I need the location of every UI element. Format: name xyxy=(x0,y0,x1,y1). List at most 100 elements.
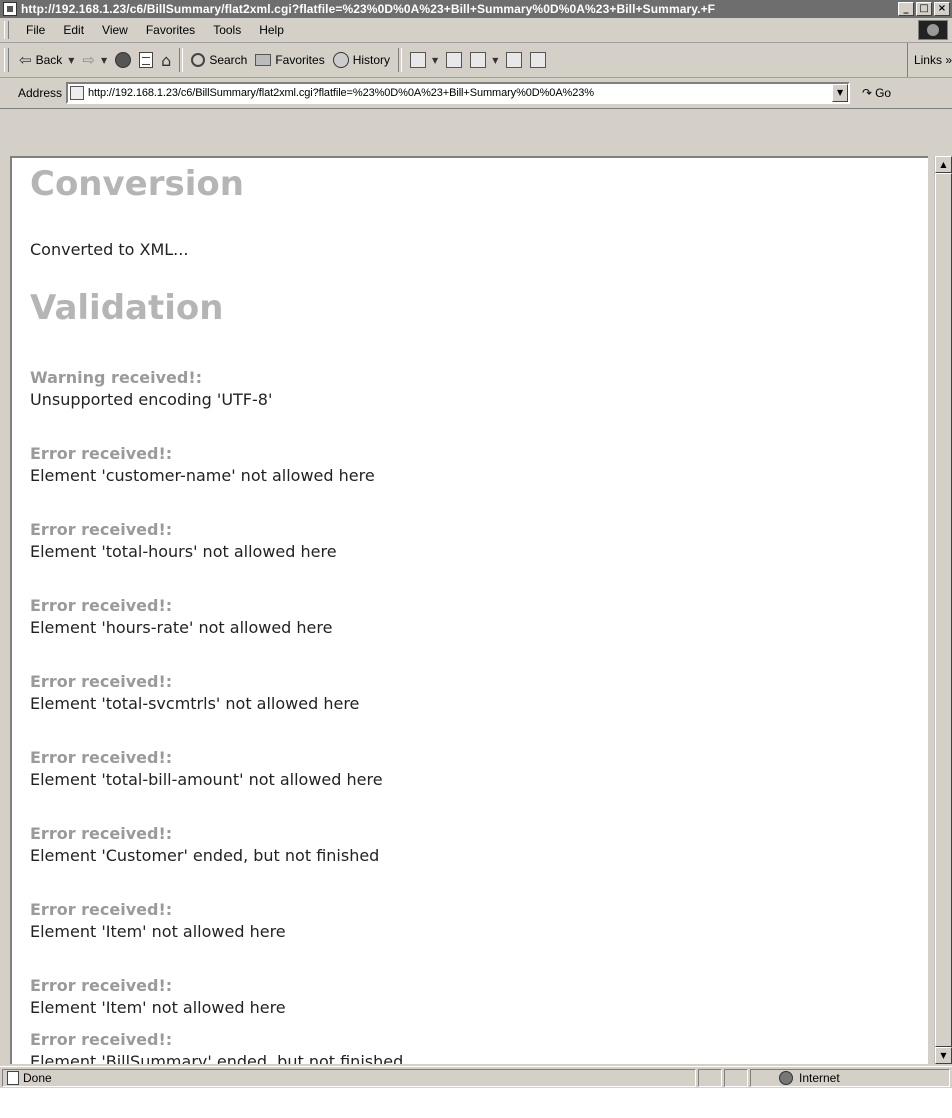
menu-grip[interactable] xyxy=(4,21,9,39)
mail-icon xyxy=(410,52,427,68)
error-text: Element 'Item' not allowed here xyxy=(30,998,286,1017)
toolbar-separator xyxy=(179,48,184,72)
refresh-icon xyxy=(139,52,154,68)
error-text: Element 'total-bill-amount' not allowed … xyxy=(30,770,383,789)
messenger-icon xyxy=(530,52,547,68)
address-dropdown-icon[interactable]: ▼ xyxy=(832,84,849,102)
address-bar: Address http://192.168.1.23/c6/BillSumma… xyxy=(0,78,952,109)
back-label: Back xyxy=(35,53,63,67)
error-label: Error received!: xyxy=(30,596,173,615)
windows-logo-icon xyxy=(918,20,948,40)
favorites-button[interactable]: Favorites xyxy=(251,46,328,74)
scroll-up-arrow-icon[interactable]: ▲ xyxy=(935,156,952,173)
scroll-down-arrow-icon[interactable]: ▼ xyxy=(935,1047,952,1064)
address-label: Address xyxy=(18,86,63,100)
discuss-button[interactable] xyxy=(502,46,526,74)
print-icon xyxy=(446,52,463,68)
page-done-icon xyxy=(7,1071,19,1085)
search-label: Search xyxy=(209,53,248,67)
favorites-icon xyxy=(255,54,272,66)
page-content: Conversion Converted to XML... Validatio… xyxy=(10,156,928,1064)
menu-file[interactable]: File xyxy=(17,23,54,37)
ie-page-icon xyxy=(3,2,17,16)
edit-dropdown-icon[interactable]: ▼ xyxy=(492,56,498,65)
status-pane xyxy=(724,1069,748,1087)
error-text: Element 'Customer' ended, but not finish… xyxy=(30,846,380,865)
address-url[interactable]: http://192.168.1.23/c6/BillSummary/flat2… xyxy=(88,87,848,99)
mail-dropdown-icon[interactable]: ▼ xyxy=(432,56,438,65)
internet-globe-icon xyxy=(779,1071,793,1085)
toolbar-separator xyxy=(398,48,403,72)
menu-favorites[interactable]: Favorites xyxy=(137,23,204,37)
error-text: Element 'total-svcmtrls' not allowed her… xyxy=(30,694,360,713)
go-label: Go xyxy=(875,86,892,100)
history-label: History xyxy=(352,53,391,67)
error-label: Error received!: xyxy=(30,672,173,691)
forward-dropdown-icon[interactable]: ▼ xyxy=(101,56,107,65)
menu-bar: File Edit View Favorites Tools Help xyxy=(0,18,952,43)
minimize-button[interactable]: _ xyxy=(898,2,914,16)
messenger-button[interactable] xyxy=(526,46,550,74)
error-label: Error received!: xyxy=(30,976,173,995)
below-window-area xyxy=(0,1088,952,1118)
back-arrow-icon: ⇦ xyxy=(19,51,32,69)
menu-tools[interactable]: Tools xyxy=(204,23,250,37)
status-text: Done xyxy=(23,1071,52,1085)
vertical-scrollbar[interactable]: ▲ ▼ xyxy=(934,156,952,1064)
security-zone: Internet xyxy=(750,1069,950,1087)
search-button[interactable]: Search xyxy=(187,46,251,74)
history-button[interactable]: History xyxy=(329,46,394,74)
standard-toolbar: ⇦ Back ▼ ⇨ ▼ ⌂ Search Favorites History xyxy=(0,43,952,78)
validation-heading: Validation xyxy=(30,288,224,328)
window-title: http://192.168.1.23/c6/BillSummary/flat2… xyxy=(21,2,716,16)
back-button[interactable]: ⇦ Back ▼ xyxy=(15,46,78,74)
discuss-icon xyxy=(506,52,523,68)
error-label: Error received!: xyxy=(30,1030,173,1049)
error-label: Error received!: xyxy=(30,900,173,919)
edit-icon xyxy=(470,52,487,68)
go-arrow-icon: ↷ xyxy=(862,86,873,100)
toolbar-grip[interactable] xyxy=(4,48,9,72)
search-icon xyxy=(191,53,206,67)
warning-label: Warning received!: xyxy=(30,368,203,387)
address-input[interactable]: http://192.168.1.23/c6/BillSummary/flat2… xyxy=(66,82,851,104)
mail-button[interactable]: ▼ xyxy=(406,46,442,74)
error-text: Element 'customer-name' not allowed here xyxy=(30,466,375,485)
maximize-button[interactable]: □ xyxy=(916,2,932,16)
home-icon: ⌂ xyxy=(161,50,172,70)
title-bar: http://192.168.1.23/c6/BillSummary/flat2… xyxy=(0,0,952,18)
conversion-text: Converted to XML... xyxy=(30,240,189,259)
error-label: Error received!: xyxy=(30,520,173,539)
forward-button[interactable]: ⇨ ▼ xyxy=(78,46,111,74)
close-button[interactable]: × xyxy=(934,2,950,16)
stop-icon xyxy=(115,52,132,68)
error-text: Element 'hours-rate' not allowed here xyxy=(30,618,333,637)
forward-arrow-icon: ⇨ xyxy=(82,51,95,69)
scroll-thumb[interactable] xyxy=(935,173,952,1047)
warning-text: Unsupported encoding 'UTF-8' xyxy=(30,390,273,409)
error-text: Element 'BillSummary' ended, but not fin… xyxy=(30,1052,404,1064)
refresh-button[interactable] xyxy=(135,46,157,74)
error-label: Error received!: xyxy=(30,748,173,767)
go-button[interactable]: ↷ Go xyxy=(862,86,891,100)
links-button[interactable]: Links » xyxy=(906,43,952,77)
menu-help[interactable]: Help xyxy=(250,23,293,37)
error-label: Error received!: xyxy=(30,444,173,463)
stop-button[interactable] xyxy=(111,46,135,74)
home-button[interactable]: ⌂ xyxy=(157,46,175,74)
window-controls: _ □ × xyxy=(898,2,950,16)
favorites-label: Favorites xyxy=(275,53,325,67)
back-dropdown-icon[interactable]: ▼ xyxy=(68,56,74,65)
print-button[interactable] xyxy=(442,46,466,74)
edit-button[interactable]: ▼ xyxy=(466,46,502,74)
page-icon xyxy=(70,86,85,100)
error-text: Element 'Item' not allowed here xyxy=(30,922,286,941)
error-text: Element 'total-hours' not allowed here xyxy=(30,542,337,561)
conversion-heading: Conversion xyxy=(30,164,244,204)
menu-edit[interactable]: Edit xyxy=(54,23,93,37)
status-main: Done xyxy=(2,1069,696,1087)
menu-view[interactable]: View xyxy=(93,23,137,37)
zone-label: Internet xyxy=(799,1071,840,1085)
status-pane xyxy=(698,1069,722,1087)
status-bar: Done Internet xyxy=(0,1066,952,1089)
